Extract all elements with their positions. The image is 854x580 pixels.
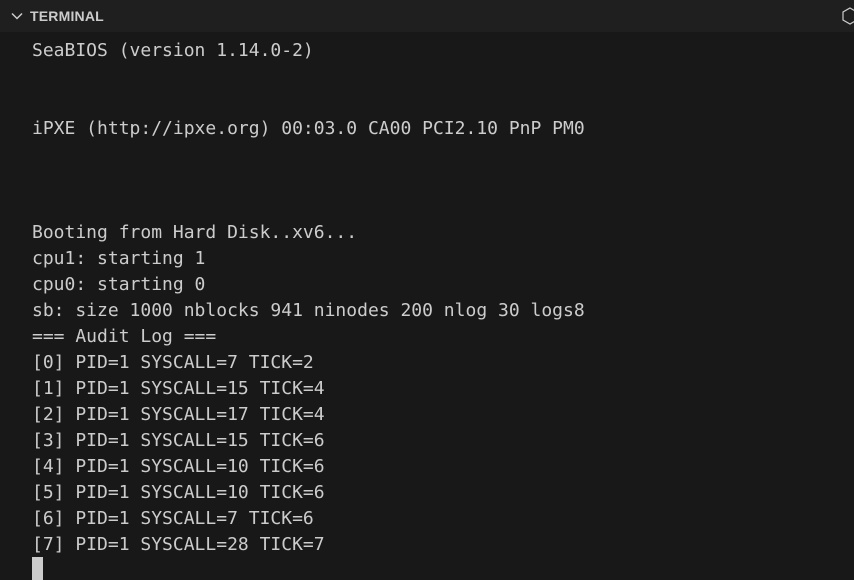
- terminal-line: [6] PID=1 SYSCALL=7 TICK=6: [32, 508, 314, 529]
- terminal-line: [5] PID=1 SYSCALL=10 TICK=6: [32, 482, 325, 503]
- terminal-line: [0] PID=1 SYSCALL=7 TICK=2: [32, 352, 314, 373]
- terminal-cursor: [32, 557, 43, 580]
- panel-header[interactable]: TERMINAL: [0, 0, 854, 32]
- terminal-line: SeaBIOS (version 1.14.0-2): [32, 40, 314, 61]
- terminal-line: [1] PID=1 SYSCALL=15 TICK=4: [32, 378, 325, 399]
- terminal-panel: TERMINAL SeaBIOS (version 1.14.0-2) iPXE…: [0, 0, 854, 580]
- chevron-down-icon[interactable]: [10, 9, 24, 23]
- terminal-line: === Audit Log ===: [32, 326, 217, 347]
- panel-title: TERMINAL: [30, 8, 104, 24]
- terminal-line: cpu0: starting 0: [32, 274, 206, 295]
- terminal-line: [3] PID=1 SYSCALL=15 TICK=6: [32, 430, 325, 451]
- hexagon-icon[interactable]: [842, 7, 854, 25]
- terminal-line: cpu1: starting 1: [32, 248, 206, 269]
- terminal-output[interactable]: SeaBIOS (version 1.14.0-2) iPXE (http://…: [0, 32, 854, 580]
- terminal-line: [4] PID=1 SYSCALL=10 TICK=6: [32, 456, 325, 477]
- terminal-line: [2] PID=1 SYSCALL=17 TICK=4: [32, 404, 325, 425]
- terminal-line: Booting from Hard Disk..xv6...: [32, 222, 358, 243]
- terminal-line: sb: size 1000 nblocks 941 ninodes 200 nl…: [32, 300, 585, 321]
- terminal-line: [7] PID=1 SYSCALL=28 TICK=7: [32, 534, 325, 555]
- terminal-line: iPXE (http://ipxe.org) 00:03.0 CA00 PCI2…: [32, 118, 585, 139]
